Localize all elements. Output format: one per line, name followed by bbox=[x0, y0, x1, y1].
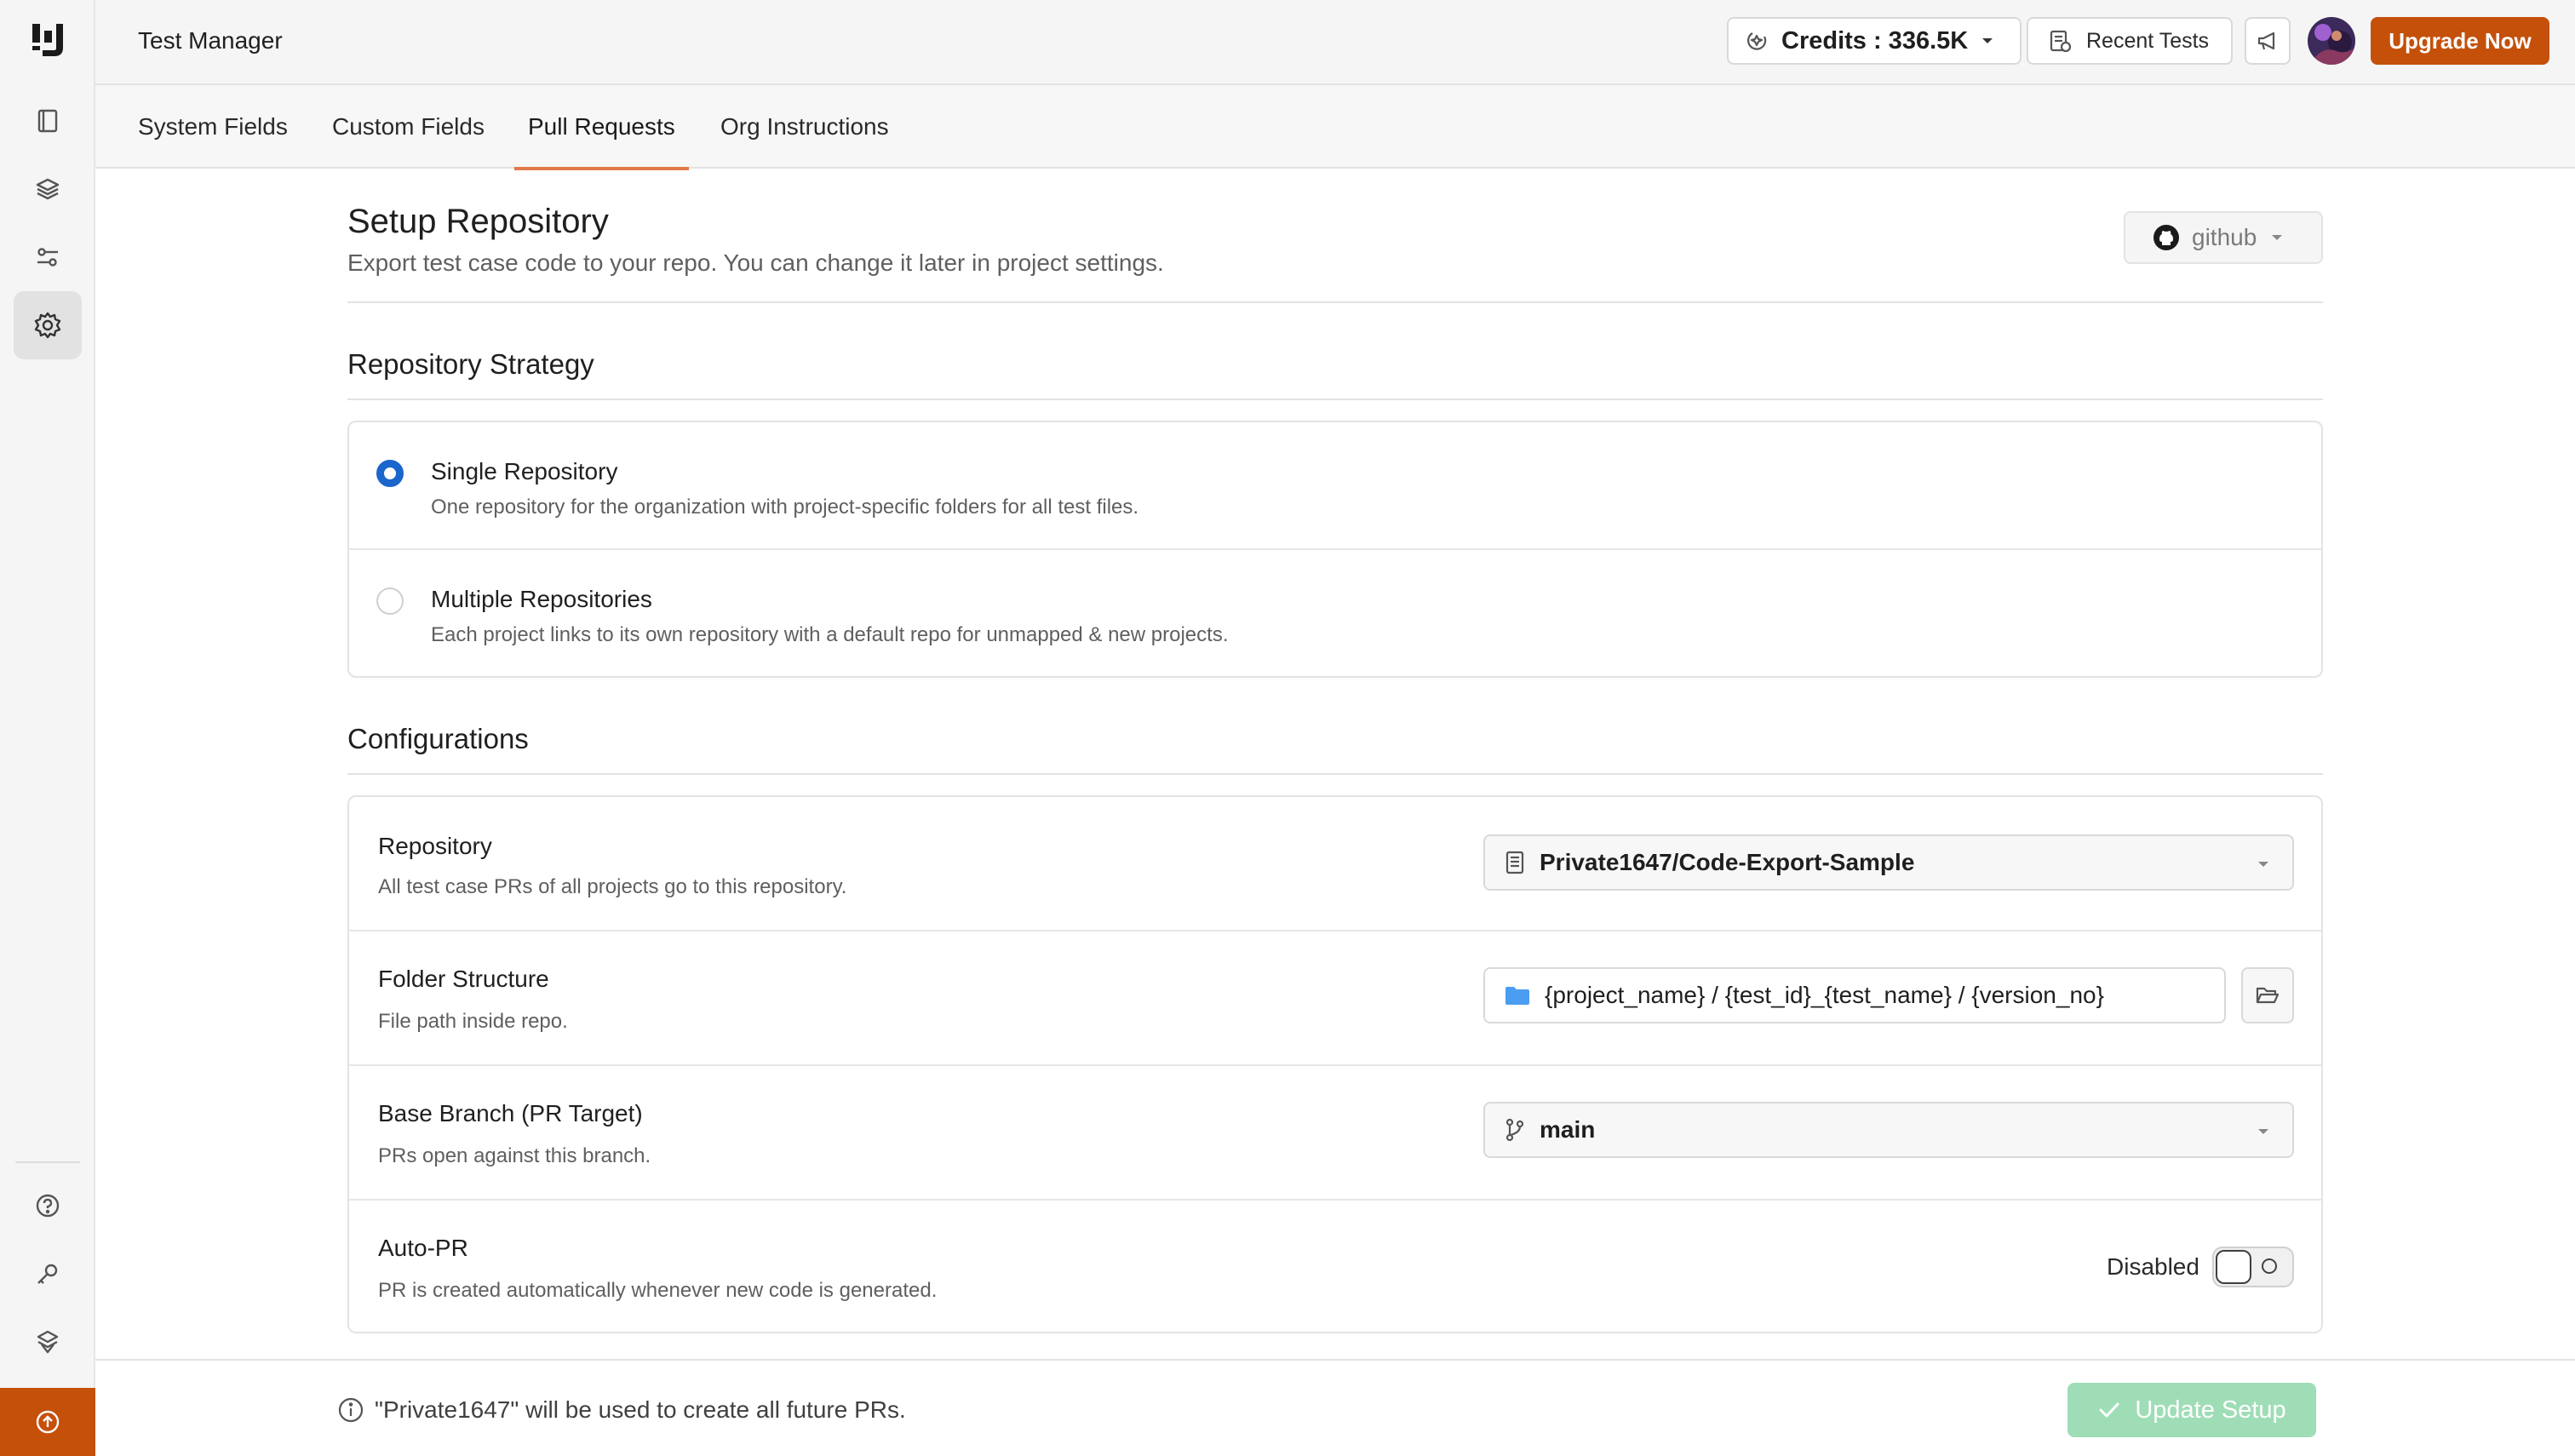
divider bbox=[347, 773, 2323, 775]
config-title: Base Branch (PR Target) bbox=[378, 1100, 643, 1126]
config-title: Folder Structure bbox=[378, 966, 549, 992]
config-description: PRs open against this branch. bbox=[378, 1144, 651, 1167]
sidebar-item-test-runs[interactable] bbox=[14, 155, 82, 223]
chevron-down-icon bbox=[2257, 1127, 2270, 1136]
credits-dropdown[interactable]: Credits : 336.5K bbox=[1727, 17, 2022, 65]
config-title: Repository bbox=[378, 833, 492, 859]
option-title: Single Repository bbox=[431, 458, 618, 484]
layers-icon bbox=[34, 175, 61, 203]
divider bbox=[347, 398, 2323, 400]
provider-select[interactable]: github bbox=[2124, 211, 2323, 264]
key-icon bbox=[34, 1260, 61, 1287]
browse-folder-button[interactable] bbox=[2241, 967, 2294, 1023]
repository-icon bbox=[1504, 851, 1526, 874]
section-title-strategy: Repository Strategy bbox=[347, 348, 594, 380]
chevron-down-icon bbox=[2257, 860, 2270, 868]
config-description: All test case PRs of all projects go to … bbox=[378, 875, 847, 898]
arrow-up-circle-icon bbox=[34, 1408, 61, 1436]
option-description: Each project links to its own repository… bbox=[431, 623, 1229, 646]
info-icon bbox=[337, 1396, 364, 1424]
repository-select[interactable]: Private1647/Code-Export-Sample bbox=[1483, 834, 2294, 891]
base-branch-select[interactable]: main bbox=[1483, 1102, 2294, 1158]
megaphone-icon bbox=[2256, 29, 2280, 53]
option-description: One repository for the organization with… bbox=[431, 496, 1139, 519]
upgrade-now-button[interactable]: Upgrade Now bbox=[2371, 17, 2549, 65]
folder-icon bbox=[1504, 984, 1531, 1006]
chevron-down-icon bbox=[2270, 233, 2284, 242]
tab-custom-fields[interactable]: Custom Fields bbox=[332, 85, 485, 169]
configurations-card: Repository All test case PRs of all proj… bbox=[347, 795, 2323, 1333]
help-icon bbox=[34, 1192, 61, 1219]
page-subtitle: Export test case code to your repo. You … bbox=[347, 249, 1164, 276]
sliders-icon bbox=[34, 244, 61, 271]
strategy-option-single[interactable]: Single Repository One repository for the… bbox=[349, 422, 2321, 550]
document-list-icon bbox=[2047, 28, 2073, 54]
radio-multiple-repositories[interactable] bbox=[376, 588, 404, 615]
app-title: Test Manager bbox=[138, 27, 283, 54]
update-setup-button[interactable]: Update Setup bbox=[2067, 1383, 2316, 1437]
tab-org-instructions[interactable]: Org Instructions bbox=[720, 85, 889, 169]
sidebar-item-help[interactable] bbox=[14, 1172, 82, 1240]
strategy-option-multiple[interactable]: Multiple Repositories Each project links… bbox=[349, 550, 2321, 676]
folder-structure-input[interactable]: {project_name} / {test_id}_{test_name} /… bbox=[1483, 967, 2226, 1023]
settings-tabs: System Fields Custom Fields Pull Request… bbox=[95, 85, 2575, 170]
radio-single-repository[interactable] bbox=[376, 460, 404, 487]
divider bbox=[347, 301, 2323, 303]
footer-info-text: "Private1647" will be used to create all… bbox=[375, 1396, 906, 1423]
recent-tests-button[interactable]: Recent Tests bbox=[2027, 17, 2233, 65]
folder-structure-value: {project_name} / {test_id}_{test_name} /… bbox=[1545, 982, 2104, 1008]
announcements-button[interactable] bbox=[2245, 17, 2291, 65]
gear-icon bbox=[33, 311, 62, 340]
logo[interactable] bbox=[31, 22, 65, 58]
section-title-configurations: Configurations bbox=[347, 723, 529, 754]
sidebar bbox=[0, 0, 95, 1456]
toggle-off-icon bbox=[2262, 1258, 2277, 1274]
footer-bar: "Private1647" will be used to create all… bbox=[95, 1359, 2575, 1456]
config-row-auto-pr: Auto-PR PR is created automatically when… bbox=[349, 1201, 2321, 1332]
auto-pr-toggle[interactable] bbox=[2212, 1247, 2294, 1287]
auto-pr-status: Disabled bbox=[2107, 1253, 2199, 1280]
chevron-down-icon bbox=[1980, 36, 1995, 46]
repository-value: Private1647/Code-Export-Sample bbox=[1540, 849, 1915, 875]
config-row-folder: Folder Structure File path inside repo. … bbox=[349, 931, 2321, 1064]
credits-icon bbox=[1744, 28, 1769, 54]
footer-info: "Private1647" will be used to create all… bbox=[337, 1396, 906, 1424]
option-title: Multiple Repositories bbox=[431, 586, 652, 612]
sidebar-item-settings[interactable] bbox=[14, 291, 82, 359]
sidebar-item-integrations[interactable] bbox=[14, 1308, 82, 1376]
sidebar-item-test-cases[interactable] bbox=[14, 87, 82, 155]
avatar[interactable] bbox=[2308, 17, 2355, 65]
config-row-repository: Repository All test case PRs of all proj… bbox=[349, 797, 2321, 930]
check-icon bbox=[2097, 1400, 2121, 1420]
toggle-knob bbox=[2216, 1250, 2251, 1284]
base-branch-value: main bbox=[1540, 1116, 1596, 1143]
page-title: Setup Repository bbox=[347, 203, 609, 240]
recent-tests-label: Recent Tests bbox=[2086, 28, 2210, 53]
folder-open-icon bbox=[2255, 984, 2280, 1006]
tab-system-fields[interactable]: System Fields bbox=[138, 85, 288, 169]
config-description: File path inside repo. bbox=[378, 1010, 568, 1033]
config-title: Auto-PR bbox=[378, 1235, 468, 1261]
config-row-branch: Base Branch (PR Target) PRs open against… bbox=[349, 1066, 2321, 1199]
git-branch-icon bbox=[1504, 1117, 1526, 1143]
sidebar-item-filters[interactable] bbox=[14, 223, 82, 291]
update-setup-label: Update Setup bbox=[2135, 1396, 2286, 1424]
credits-label: Credits : 336.5K bbox=[1781, 26, 1969, 54]
tab-pull-requests[interactable]: Pull Requests bbox=[514, 85, 689, 170]
app-root: Test Manager Credits : 336.5K Recent Tes… bbox=[0, 0, 2575, 1456]
top-bar: Test Manager Credits : 336.5K Recent Tes… bbox=[95, 0, 2575, 85]
sidebar-item-keys[interactable] bbox=[14, 1240, 82, 1308]
strategy-card: Single Repository One repository for the… bbox=[347, 421, 2323, 678]
notebook-icon bbox=[34, 107, 61, 135]
provider-label: github bbox=[2192, 224, 2257, 250]
config-description: PR is created automatically whenever new… bbox=[378, 1279, 938, 1302]
sidebar-divider bbox=[15, 1161, 80, 1163]
github-icon bbox=[2153, 224, 2180, 251]
sidebar-upgrade-button[interactable] bbox=[0, 1388, 95, 1456]
stack-icon bbox=[34, 1328, 61, 1356]
